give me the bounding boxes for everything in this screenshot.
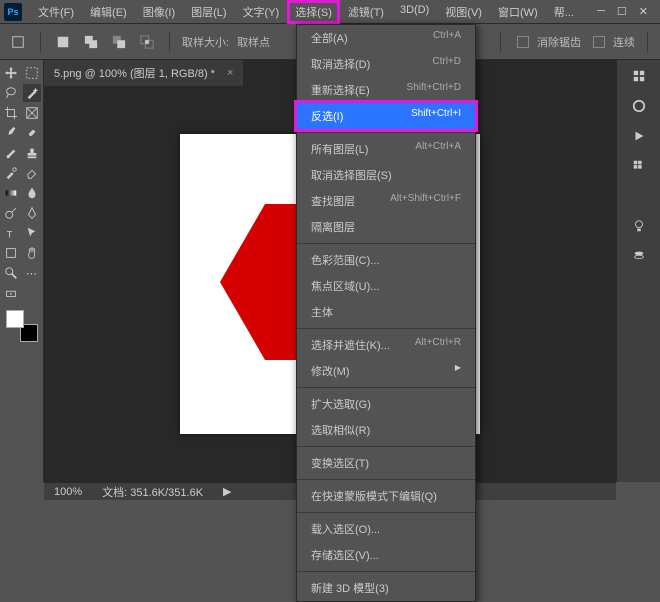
doc-info: 文档: 351.6K/351.6K [102,484,203,500]
statusbar-arrow-icon[interactable]: ▶ [223,485,231,498]
menu-item[interactable]: 变换选区(T) [297,450,475,476]
menu-item[interactable]: 扩大选取(G) [297,391,475,417]
blur-tool-icon[interactable] [23,184,41,202]
menu-item[interactable]: 全部(A)Ctrl+A [297,25,475,51]
layers-panel-icon[interactable] [629,246,649,266]
gradient-tool-icon[interactable] [2,184,20,202]
menu-item[interactable]: 取消选择(D)Ctrl+D [297,51,475,77]
marquee-tool-icon[interactable] [23,64,41,82]
brush-tool-icon[interactable] [2,144,20,162]
menu-item[interactable]: 焦点区域(U)... [297,273,475,299]
zoom-level[interactable]: 100% [54,486,82,498]
menu-v[interactable]: 视图(V) [437,0,490,24]
select-menu-dropdown: 全部(A)Ctrl+A取消选择(D)Ctrl+D重新选择(E)Shift+Ctr… [296,24,476,602]
minimize-icon[interactable]: ─ [597,5,605,18]
type-tool-icon[interactable]: T [2,224,20,242]
magic-wand-tool-icon[interactable] [23,84,41,102]
selection-intersect-icon[interactable] [137,32,157,52]
menubar: Ps 文件(F)编辑(E)图像(I)图层(L)文字(Y)选择(S)滤镜(T)3D… [0,0,660,24]
right-panel [616,60,660,482]
menu-i[interactable]: 图像(I) [135,0,183,24]
menu-f[interactable]: 文件(F) [30,0,82,24]
tool-preset-icon[interactable] [8,32,28,52]
app-logo: Ps [4,3,22,21]
bulb-icon[interactable] [629,216,649,236]
menu-item[interactable]: 色彩范围(C)... [297,247,475,273]
contiguous-checkbox[interactable] [593,36,605,48]
play-icon[interactable] [629,126,649,146]
menu-item[interactable]: 在快速蒙版模式下编辑(Q) [297,483,475,509]
close-icon[interactable]: ✕ [639,5,648,18]
eyedropper-tool-icon[interactable] [2,124,20,142]
menu-item[interactable]: 载入选区(O)... [297,516,475,542]
close-tab-icon[interactable]: × [227,67,233,79]
zoom-tool-icon[interactable] [2,264,20,282]
foreground-color[interactable] [6,310,24,328]
antialias-checkbox[interactable] [517,36,529,48]
history-brush-icon[interactable] [2,164,20,182]
menu-item[interactable]: 所有图层(L)Alt+Ctrl+A [297,136,475,162]
frame-tool-icon[interactable] [23,104,41,122]
menu-w[interactable]: 窗口(W) [490,0,546,24]
selection-add-icon[interactable] [81,32,101,52]
path-select-icon[interactable] [23,224,41,242]
menu-item[interactable]: 查找图层Alt+Shift+Ctrl+F [297,188,475,214]
menu-dd[interactable]: 3D(D) [392,0,437,24]
contiguous-label: 连续 [613,34,635,50]
menu-item[interactable]: 选取相似(R) [297,417,475,443]
window-controls: ─ ☐ ✕ [597,5,656,18]
menu-item[interactable]: 修改(M)▶ [297,358,475,384]
shape-tool-icon[interactable] [2,244,20,262]
menu-s[interactable]: 选择(S) [287,0,340,24]
healing-tool-icon[interactable] [23,124,41,142]
menu-item[interactable]: 新建 3D 模型(3) [297,575,475,601]
sample-size-value[interactable]: 取样点 [237,34,270,50]
selection-new-icon[interactable] [53,32,73,52]
crop-tool-icon[interactable] [2,104,20,122]
dodge-tool-icon[interactable] [2,204,20,222]
menu-y[interactable]: 文字(Y) [235,0,288,24]
svg-text:T: T [7,229,13,240]
menu-item[interactable]: 反选(I)Shift+Ctrl+I [294,100,478,132]
more-tool-icon[interactable]: ⋯ [23,264,41,282]
menu-l[interactable]: 图层(L) [183,0,234,24]
document-tab[interactable]: 5.png @ 100% (图层 1, RGB/8) * × [44,60,243,86]
menu-item[interactable]: 选择并遮住(K)...Alt+Ctrl+R [297,332,475,358]
menu-item[interactable]: 存储选区(V)... [297,542,475,568]
antialias-label: 消除锯齿 [537,34,581,50]
color-swatches[interactable] [6,310,38,342]
lasso-tool-icon[interactable] [2,84,20,102]
menu-item[interactable]: 取消选择图层(S) [297,162,475,188]
sample-size-label: 取样大小: [182,34,229,50]
tools-panel: T ⋯ [0,60,44,482]
document-title: 5.png @ 100% (图层 1, RGB/8) * [54,65,215,81]
menu-item[interactable]: 主体 [297,299,475,325]
move-tool-icon[interactable] [2,64,20,82]
hand-tool-icon[interactable] [23,244,41,262]
menu-item[interactable]: 隔离图层 [297,214,475,240]
eraser-tool-icon[interactable] [23,164,41,182]
pen-tool-icon[interactable] [23,204,41,222]
selection-sub-icon[interactable] [109,32,129,52]
edit-toolbar-icon[interactable] [2,284,20,302]
maximize-icon[interactable]: ☐ [617,5,627,18]
color-panel-icon[interactable] [629,96,649,116]
menu-t[interactable]: 滤镜(T) [340,0,392,24]
stamp-tool-icon[interactable] [23,144,41,162]
menu-[interactable]: 帮... [546,0,582,24]
menu-e[interactable]: 编辑(E) [82,0,135,24]
swatches-panel-icon[interactable] [629,156,649,176]
history-panel-icon[interactable] [629,66,649,86]
